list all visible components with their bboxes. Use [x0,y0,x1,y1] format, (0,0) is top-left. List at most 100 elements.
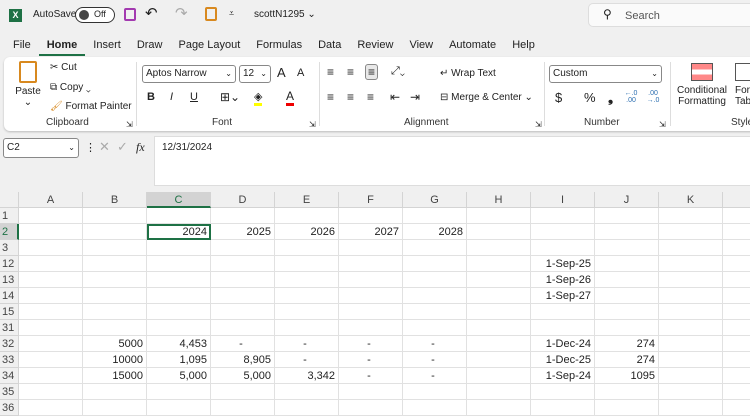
wrap-text-button[interactable]: ↵ Wrap Text [440,68,496,79]
cell-C33[interactable]: 1,095 [147,352,211,368]
cell-H14[interactable] [467,288,531,304]
tab-draw[interactable]: Draw [129,34,171,56]
cell-H34[interactable] [467,368,531,384]
cell-H12[interactable] [467,256,531,272]
row-header-32[interactable]: 32 [0,336,19,352]
cell-I14[interactable]: 1-Sep-27 [531,288,595,304]
cell-B34[interactable]: 15000 [83,368,147,384]
cell-A14[interactable] [19,288,83,304]
cell-D36[interactable] [211,400,275,416]
column-header-E[interactable]: E [275,192,339,208]
comma-button[interactable]: ❟ [608,90,613,106]
cell-L1[interactable] [723,208,750,224]
orientation-icon[interactable]: ⤢⌄ [391,65,405,78]
cell-B33[interactable]: 10000 [83,352,147,368]
cell-J3[interactable] [595,240,659,256]
cell-I13[interactable]: 1-Sep-26 [531,272,595,288]
cell-D34[interactable]: 5,000 [211,368,275,384]
column-header-L[interactable] [723,192,750,208]
cell-D3[interactable] [211,240,275,256]
cell-C32[interactable]: 4,453 [147,336,211,352]
cell-B36[interactable] [83,400,147,416]
formula-input[interactable]: 12/31/2024 [154,136,750,186]
cell-C36[interactable] [147,400,211,416]
fill-color-icon[interactable]: ◈ [254,90,262,106]
cell-D1[interactable] [211,208,275,224]
cell-G36[interactable] [403,400,467,416]
cell-H36[interactable] [467,400,531,416]
format-painter-button[interactable]: 🖌 Format Painter [50,101,132,112]
cell-D15[interactable] [211,304,275,320]
cell-I15[interactable] [531,304,595,320]
cell-L12[interactable] [723,256,750,272]
cell-I32[interactable]: 1-Dec-24 [531,336,595,352]
cell-A13[interactable] [19,272,83,288]
cell-E34[interactable]: 3,342 [275,368,339,384]
cell-D35[interactable] [211,384,275,400]
decrease-indent-icon[interactable]: ⇤ [390,90,400,104]
column-header-F[interactable]: F [339,192,403,208]
cell-B31[interactable] [83,320,147,336]
cell-A31[interactable] [19,320,83,336]
align-left-icon[interactable]: ≡ [327,90,334,104]
cell-F14[interactable] [339,288,403,304]
column-header-J[interactable]: J [595,192,659,208]
cell-B35[interactable] [83,384,147,400]
cell-A3[interactable] [19,240,83,256]
tab-page-layout[interactable]: Page Layout [170,34,248,56]
number-launcher-icon[interactable]: ⇲ [659,120,666,129]
cell-I33[interactable]: 1-Dec-25 [531,352,595,368]
cell-E35[interactable] [275,384,339,400]
cell-L15[interactable] [723,304,750,320]
cell-K12[interactable] [659,256,723,272]
cell-K32[interactable] [659,336,723,352]
cell-L32[interactable] [723,336,750,352]
search-box[interactable]: ⚲ Search [588,3,750,27]
cell-L13[interactable] [723,272,750,288]
cell-B3[interactable] [83,240,147,256]
cell-F32[interactable]: - [339,336,403,352]
cancel-icon[interactable]: ✕ [99,139,110,155]
cell-C14[interactable] [147,288,211,304]
cell-G12[interactable] [403,256,467,272]
cell-E3[interactable] [275,240,339,256]
cell-D31[interactable] [211,320,275,336]
tab-formulas[interactable]: Formulas [248,34,310,56]
cell-H15[interactable] [467,304,531,320]
enter-icon[interactable]: ✓ [117,139,128,155]
cell-I2[interactable] [531,224,595,240]
cut-button[interactable]: ✂ Cut [50,62,77,73]
cell-G14[interactable] [403,288,467,304]
align-middle-icon[interactable]: ≡ [347,65,354,79]
tab-review[interactable]: Review [349,34,401,56]
clipboard-icon[interactable] [205,7,217,21]
cell-J33[interactable]: 274 [595,352,659,368]
cell-G35[interactable] [403,384,467,400]
autosave-toggle[interactable]: Off [75,7,115,23]
cell-J36[interactable] [595,400,659,416]
bold-button[interactable]: B [147,91,155,103]
cell-H32[interactable] [467,336,531,352]
cell-K34[interactable] [659,368,723,384]
cell-F33[interactable]: - [339,352,403,368]
copy-button[interactable]: ⧉ Copy ⌄ [50,82,91,93]
cell-C12[interactable] [147,256,211,272]
active-cell-C2[interactable]: 2024 [147,224,211,240]
cell-L34[interactable] [723,368,750,384]
cell-G34[interactable]: - [403,368,467,384]
cell-E13[interactable] [275,272,339,288]
cell-B32[interactable]: 5000 [83,336,147,352]
alignment-launcher-icon[interactable]: ⇲ [535,120,542,129]
cell-I31[interactable] [531,320,595,336]
cell-I36[interactable] [531,400,595,416]
borders-icon[interactable]: ⊞⌄ [220,90,240,104]
cell-D12[interactable] [211,256,275,272]
cell-G3[interactable] [403,240,467,256]
cell-I34[interactable]: 1-Sep-24 [531,368,595,384]
row-header-15[interactable]: 15 [0,304,19,320]
cell-B15[interactable] [83,304,147,320]
cell-J35[interactable] [595,384,659,400]
cell-G1[interactable] [403,208,467,224]
cell-I1[interactable] [531,208,595,224]
filename[interactable]: scottN1295 ⌄ [254,9,316,20]
